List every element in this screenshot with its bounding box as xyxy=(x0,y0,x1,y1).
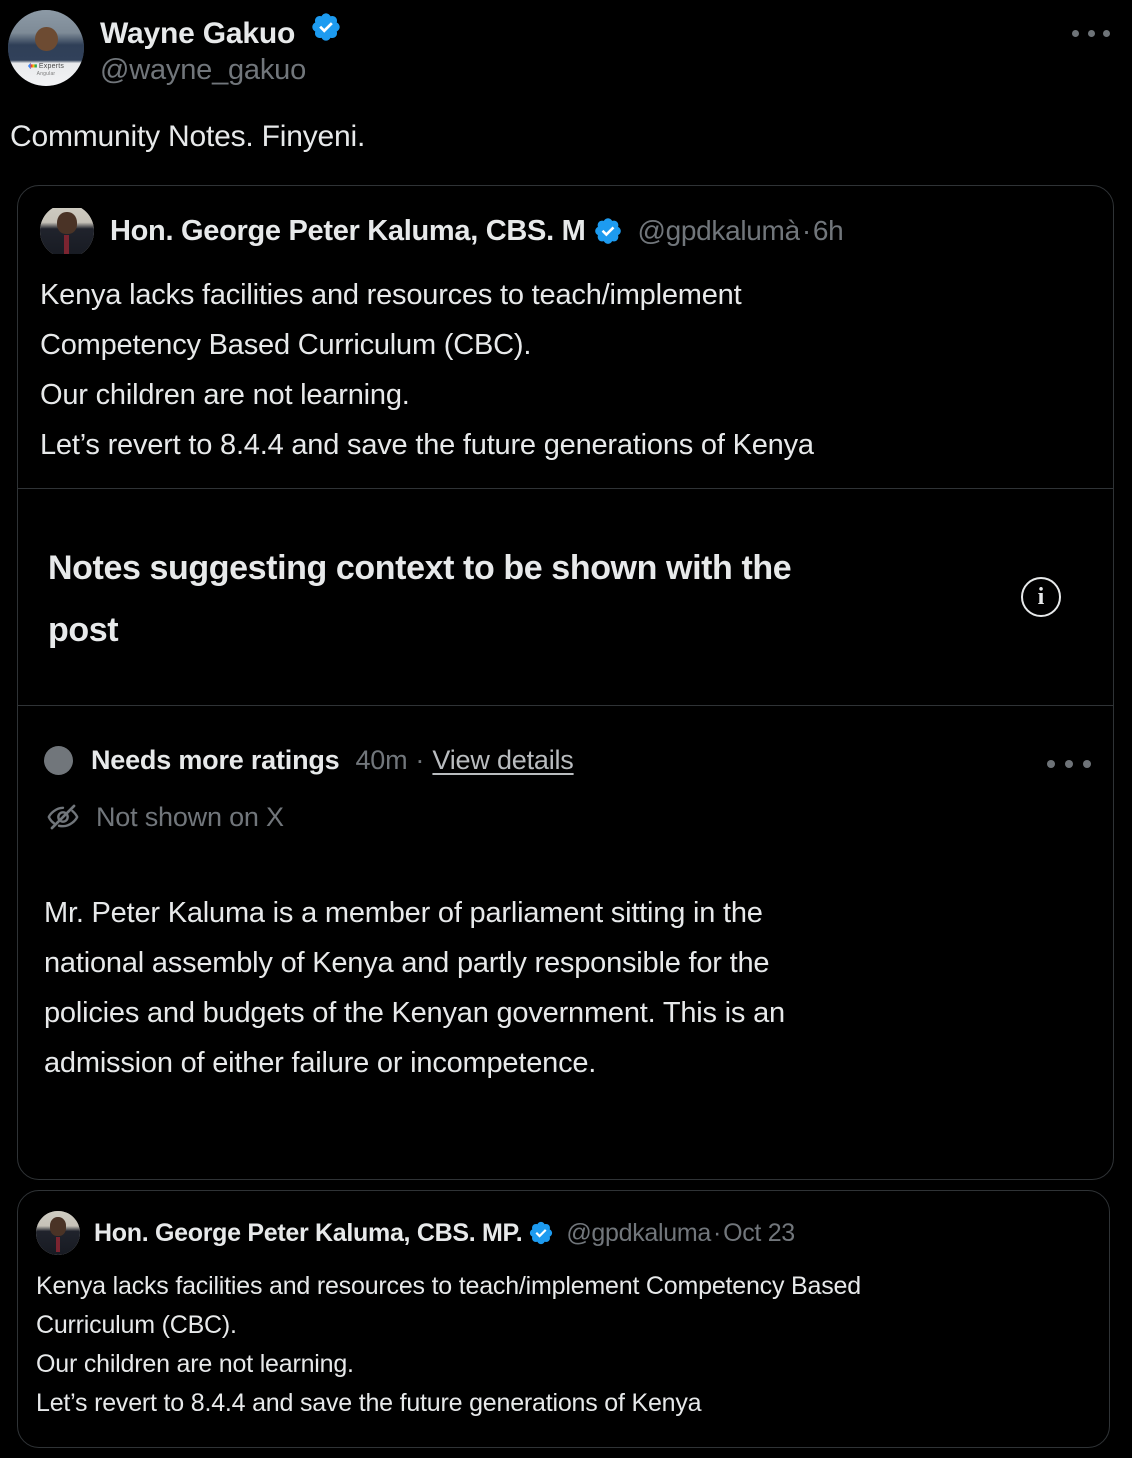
note-status-row: Needs more ratings 40m · View details xyxy=(44,742,1091,778)
post-text: Community Notes. Finyeni. xyxy=(10,120,366,153)
embedded-body-line: Our children are not learning. xyxy=(36,1350,354,1378)
view-details-link[interactable]: View details xyxy=(432,745,573,776)
note-status-label: Needs more ratings xyxy=(91,744,340,775)
avatar-image xyxy=(36,1211,80,1255)
info-glyph: i xyxy=(1037,584,1045,610)
author-display-name: Wayne Gakuo xyxy=(100,16,296,50)
avatar-face xyxy=(35,26,59,52)
embedded-body-line: Curriculum (CBC). xyxy=(36,1311,237,1339)
quoted-handle: @gpdkalumà xyxy=(637,215,800,246)
note-body-block: Needs more ratings 40m · View details No… xyxy=(18,706,1113,1118)
author-handle[interactable]: @wayne_gakuo xyxy=(100,54,306,87)
avatar-overlay-badge: Experts Angular xyxy=(19,62,74,79)
embedded-display-name: Hon. George Peter Kaluma, CBS. MP. xyxy=(94,1218,523,1247)
note-text-line: admission of either failure or incompete… xyxy=(44,1047,597,1079)
verified-badge-icon xyxy=(530,1221,553,1245)
dot xyxy=(1047,760,1055,768)
verified-badge-icon xyxy=(311,13,340,41)
note-visibility-label: Not shown on X xyxy=(96,801,284,832)
embedded-post-body: Kenya lacks facilities and resources to … xyxy=(36,1267,1089,1423)
notes-header-row: Notes suggesting context to be shown wit… xyxy=(18,489,1113,705)
avatar[interactable] xyxy=(40,208,94,254)
quoted-post[interactable]: Hon. George Peter Kaluma, CBS. M @gpdkal… xyxy=(18,186,1113,488)
google-logo-icon xyxy=(27,62,37,70)
info-circle-icon[interactable]: i xyxy=(1021,577,1061,617)
embedded-handle: @gpdkaluma xyxy=(566,1218,712,1247)
embedded-separator: · xyxy=(713,1218,722,1247)
embedded-timestamp: Oct 23 xyxy=(723,1218,795,1247)
note-text-line: policies and budgets of the Kenyan gover… xyxy=(44,997,785,1029)
quoted-post-header: Hon. George Peter Kaluma, CBS. M @gpdkal… xyxy=(40,208,1093,254)
more-horizontal-icon[interactable] xyxy=(1072,22,1110,44)
avatar-image: Experts Angular xyxy=(8,10,84,86)
note-timestamp: 40m xyxy=(355,744,408,775)
quoted-body-line: Let’s revert to 8.4.4 and save the futur… xyxy=(40,429,814,461)
dot xyxy=(1065,760,1073,768)
quoted-body-line: Kenya lacks facilities and resources to … xyxy=(40,279,742,311)
quoted-display-name: Hon. George Peter Kaluma, CBS. M xyxy=(110,214,586,247)
dot xyxy=(1103,29,1110,37)
avatar[interactable]: Experts Angular xyxy=(8,10,84,86)
note-text-line: Mr. Peter Kaluma is a member of parliame… xyxy=(44,897,763,929)
note-visibility-row: Not shown on X xyxy=(46,800,1091,834)
post-author-row: Experts Angular Wayne Gakuo @wayne_gakuo xyxy=(0,2,1132,98)
dot xyxy=(1083,760,1091,768)
status-dot-icon xyxy=(44,745,73,775)
dot xyxy=(1072,29,1079,37)
note-separator: · xyxy=(415,744,425,775)
community-note-card: Hon. George Peter Kaluma, CBS. M @gpdkal… xyxy=(17,185,1114,1180)
avatar-overlay-sub: Angular xyxy=(36,71,56,78)
quoted-body-line: Our children are not learning. xyxy=(40,379,410,411)
embedded-body-line: Let’s revert to 8.4.4 and save the futur… xyxy=(36,1389,702,1417)
note-text-line: national assembly of Kenya and partly re… xyxy=(44,947,770,979)
avatar-overlay-label: Experts xyxy=(38,63,65,71)
note-text: Mr. Peter Kaluma is a member of parliame… xyxy=(44,888,1091,1088)
author-name-wrap[interactable]: Wayne Gakuo xyxy=(100,11,342,51)
embedded-body-line: Kenya lacks facilities and resources to … xyxy=(36,1272,861,1300)
eye-slash-icon xyxy=(47,804,79,830)
avatar[interactable] xyxy=(36,1211,80,1255)
dot xyxy=(1087,29,1095,37)
avatar-image xyxy=(40,208,94,254)
quoted-post-body: Kenya lacks facilities and resources to … xyxy=(40,270,1093,470)
quoted-separator: · xyxy=(801,215,811,246)
community-note-screenshot: Experts Angular Wayne Gakuo @wayne_gakuo… xyxy=(0,0,1132,1458)
quoted-timestamp: 6h xyxy=(812,215,844,246)
notes-header-title: Notes suggesting context to be shown wit… xyxy=(48,549,792,649)
verified-badge-icon xyxy=(595,218,622,244)
embedded-post-header: Hon. George Peter Kaluma, CBS. MP. @gpdk… xyxy=(36,1211,1089,1255)
quoted-body-line: Competency Based Curriculum (CBC). xyxy=(40,329,532,361)
embedded-post-card[interactable]: Hon. George Peter Kaluma, CBS. MP. @gpdk… xyxy=(17,1190,1110,1448)
more-horizontal-icon[interactable] xyxy=(1047,754,1091,774)
